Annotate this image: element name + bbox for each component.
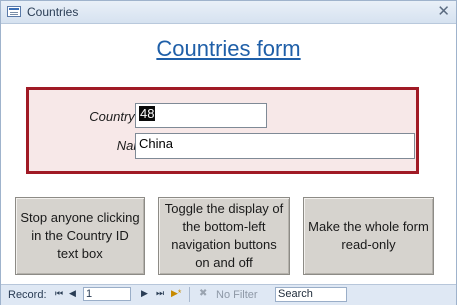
window-title: Countries [27,5,79,19]
current-record-input[interactable]: 1 [83,287,131,301]
title-bar: Countries ✕ [1,1,456,24]
new-record-icon[interactable]: ▶* [171,288,181,299]
countries-window: Countries ✕ Countries form Country ID: 4… [0,0,457,305]
record-label: Record: [8,289,47,301]
fields-section: Country ID: 48 Name: China [26,87,419,174]
lock-country-id-button[interactable]: Stop anyone clicking in the Country ID t… [15,197,145,275]
search-input[interactable]: Search [275,287,347,302]
previous-record-icon[interactable]: ◀ [69,288,76,299]
read-only-button[interactable]: Make the whole form read-only [303,197,434,275]
next-record-icon[interactable]: ▶ [141,288,148,299]
name-field[interactable]: China [135,133,415,159]
funnel-icon[interactable]: ✖ [199,288,207,299]
first-record-icon[interactable]: ⏮ [55,288,63,299]
close-button[interactable]: ✕ [437,3,450,21]
country-id-value: 48 [139,106,156,121]
form-icon [7,6,21,17]
last-record-icon[interactable]: ⏭ [156,288,164,299]
country-id-field[interactable]: 48 [135,103,267,128]
record-navigation-bar: Record: ⏮ ◀ 1 ▶ ⏭ ▶* ✖ No Filter Search [1,284,456,305]
no-filter-button[interactable]: No Filter [216,289,258,301]
nav-divider [189,287,190,302]
toggle-navigation-button[interactable]: Toggle the display of the bottom-left na… [158,197,290,275]
form-heading: Countries form [156,36,301,61]
